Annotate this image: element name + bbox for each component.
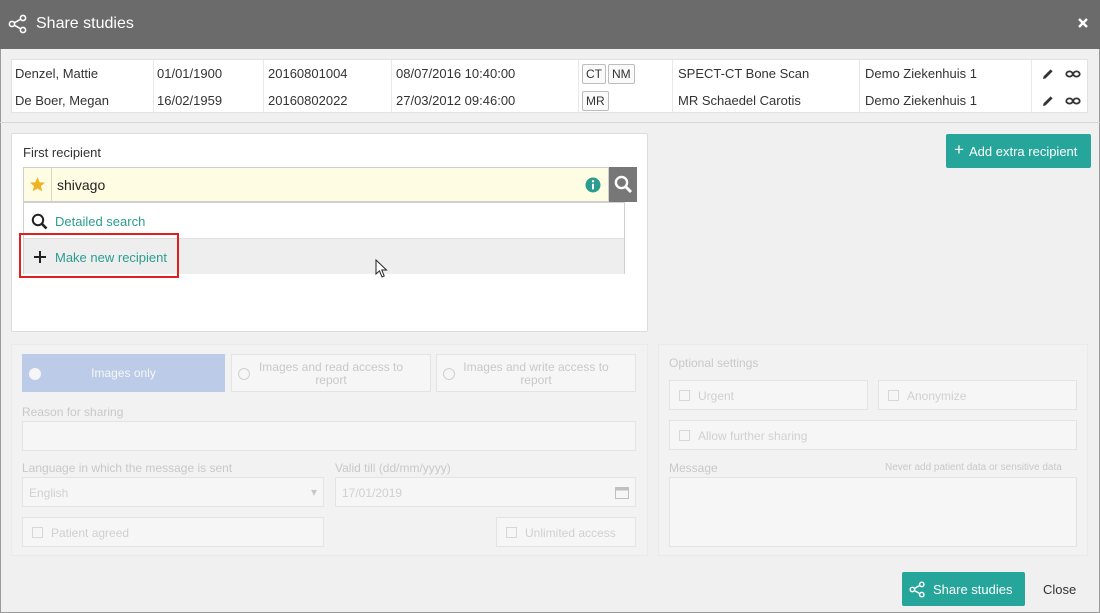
first-recipient-label: First recipient	[23, 145, 102, 160]
close-button[interactable]: Close	[1036, 572, 1084, 606]
recipient-search-input[interactable]	[57, 173, 577, 196]
table-row: Denzel, Mattie 01/01/1900 20160801004 08…	[12, 60, 1087, 87]
anonymize-checkbox[interactable]: Anonymize	[878, 380, 1077, 410]
modality-tags: CT NM	[582, 64, 637, 84]
message-label: Message	[669, 461, 718, 475]
search-divider	[51, 168, 52, 201]
radio-icon	[29, 368, 41, 380]
pencil-icon[interactable]	[1041, 67, 1055, 81]
add-extra-recipient-label: Add extra recipient	[969, 144, 1078, 159]
mouse-cursor-icon	[375, 259, 388, 278]
reason-label: Reason for sharing	[22, 405, 124, 419]
modality-tag: CT	[582, 64, 606, 84]
study-datetime: 08/07/2016 10:40:00	[396, 66, 516, 81]
unlimited-access-checkbox[interactable]: Unlimited access	[496, 517, 636, 547]
studies-table: Denzel, Mattie 01/01/1900 20160801004 08…	[11, 59, 1088, 114]
close-label: Close	[1043, 582, 1077, 597]
allow-further-sharing-checkbox[interactable]: Allow further sharing	[669, 420, 1077, 450]
patient-dob: 16/02/1959	[157, 93, 223, 108]
modality-tag: NM	[608, 64, 635, 84]
checkbox-icon	[679, 390, 690, 401]
chevron-down-icon: ▾	[310, 485, 317, 499]
study-location: Demo Ziekenhuis 1	[865, 66, 977, 81]
urgent-checkbox[interactable]: Urgent	[669, 380, 868, 410]
search-icon	[31, 213, 48, 230]
optional-settings-title: Optional settings	[669, 356, 759, 370]
study-description: SPECT-CT Bone Scan	[678, 66, 810, 81]
plus-icon: +	[954, 140, 964, 159]
study-datetime: 27/03/2012 09:46:00	[396, 93, 516, 108]
checkbox-icon	[888, 390, 899, 401]
message-hint: Never add patient data or sensitive data	[885, 462, 1062, 473]
checkbox-icon	[679, 430, 690, 441]
infinity-icon[interactable]	[1065, 67, 1081, 81]
patient-name: Denzel, Mattie	[15, 66, 99, 81]
message-textarea[interactable]	[669, 477, 1077, 547]
share-studies-button[interactable]: Share studies	[902, 572, 1025, 606]
study-location: Demo Ziekenhuis 1	[865, 93, 977, 108]
search-icon	[614, 175, 633, 194]
pencil-icon[interactable]	[1041, 94, 1055, 108]
section-divider	[0, 122, 1100, 123]
radio-icon	[443, 368, 455, 380]
reason-input[interactable]	[22, 421, 636, 451]
search-button[interactable]	[609, 167, 637, 202]
calendar-icon	[615, 487, 629, 499]
infinity-icon[interactable]	[1065, 94, 1081, 108]
window-titlebar: Share studies	[0, 0, 1100, 49]
annotation-highlight	[19, 233, 179, 278]
share-icon	[8, 14, 27, 34]
info-icon[interactable]	[585, 177, 601, 193]
images-read-toggle[interactable]: Images and read access to report	[231, 354, 431, 392]
recipient-search-box	[23, 167, 609, 202]
window-title: Share studies	[36, 15, 134, 32]
language-select[interactable]: English ▾	[22, 477, 324, 507]
radio-icon	[238, 368, 250, 380]
valid-till-input[interactable]: 17/01/2019	[335, 477, 636, 507]
modality-tag: MR	[582, 91, 609, 111]
language-label: Language in which the message is sent	[22, 461, 233, 475]
checkbox-icon	[32, 527, 43, 538]
detailed-search-label: Detailed search	[55, 214, 146, 229]
table-row: De Boer, Megan 16/02/1959 20160802022 27…	[12, 87, 1087, 114]
add-extra-recipient-button[interactable]: + Add extra recipient	[946, 134, 1091, 168]
patient-agreed-checkbox[interactable]: Patient agreed	[22, 517, 324, 547]
share-studies-label: Share studies	[933, 582, 1013, 597]
images-write-toggle[interactable]: Images and write access to report	[436, 354, 636, 392]
modality-tags: MR	[582, 91, 611, 111]
images-only-toggle[interactable]: Images only	[22, 354, 225, 392]
study-description: MR Schaedel Carotis	[678, 93, 801, 108]
checkbox-icon	[506, 527, 517, 538]
star-icon[interactable]	[29, 176, 46, 193]
accession-number: 20160802022	[268, 93, 348, 108]
patient-name: De Boer, Megan	[15, 93, 109, 108]
share-icon	[909, 581, 925, 598]
close-x-icon[interactable]	[1076, 16, 1090, 30]
accession-number: 20160801004	[268, 66, 348, 81]
valid-till-label: Valid till (dd/mm/yyyy)	[335, 461, 451, 475]
patient-dob: 01/01/1900	[157, 66, 223, 81]
